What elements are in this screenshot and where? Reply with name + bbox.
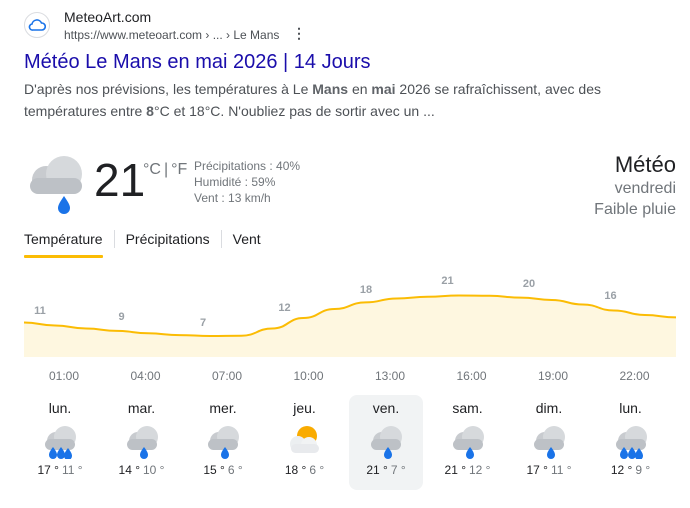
tab-temperature[interactable]: Température — [24, 230, 103, 258]
day-temps: 21 ° 12 ° — [431, 463, 505, 477]
day-forecast-6[interactable]: dim. 17 ° 11 ° — [512, 395, 586, 490]
day-temps: 12 ° 9 ° — [594, 463, 668, 477]
high-temp: 17 ° — [37, 463, 59, 477]
day-forecast-2[interactable]: mer. 15 ° 6 ° — [186, 395, 260, 490]
weather-details: Précipitations : 40% Humidité : 59% Vent… — [194, 158, 300, 206]
day-temps: 18 ° 6 ° — [268, 463, 342, 477]
light-rain-icon — [366, 423, 406, 459]
low-temp: 11 ° — [61, 463, 83, 477]
hour-axis: 01:00 04:00 07:00 10:00 13:00 16:00 19:00 22:00 — [24, 369, 676, 387]
day-temps: 17 ° 11 ° — [23, 463, 97, 477]
hour-label: 19:00 — [537, 369, 569, 383]
temperature-label: 16 — [604, 290, 616, 302]
temperature-label: 11 — [34, 305, 46, 317]
temperature-chart: 11 9 7 12 18 21 20 16 — [24, 275, 676, 357]
low-temp: 6 ° — [309, 463, 325, 477]
site-name[interactable]: MeteoArt.com — [64, 9, 151, 25]
partly-cloudy-icon — [285, 423, 325, 459]
high-temp: 21 ° — [444, 463, 466, 477]
low-temp: 9 ° — [635, 463, 651, 477]
low-temp: 10 ° — [143, 463, 165, 477]
light-rain-icon — [529, 423, 569, 459]
day-name: sam. — [452, 400, 483, 416]
day-temps: 21 ° 7 ° — [349, 463, 423, 477]
weather-heading: Météo — [614, 152, 676, 177]
weather-summary: Météo vendredi Faible pluie — [594, 152, 676, 220]
rain-icon — [611, 423, 651, 460]
low-temp: 12 ° — [469, 463, 491, 477]
day-forecast-7[interactable]: lun. 12 ° 9 ° — [594, 395, 668, 490]
high-temp: 18 ° — [284, 463, 307, 477]
day-name: lun. — [619, 400, 642, 416]
day-forecast-5[interactable]: sam. 21 ° 12 ° — [431, 395, 505, 490]
day-forecast-3[interactable]: jeu. 18 ° 6 ° — [268, 395, 342, 490]
tab-divider — [220, 230, 222, 248]
day-name: lun. — [48, 400, 72, 416]
tab-wind[interactable]: Vent — [233, 230, 261, 256]
hour-label: 01:00 — [48, 369, 80, 383]
weather-day: vendredi — [614, 180, 676, 197]
day-temps: 14 ° 10 ° — [105, 463, 179, 477]
result-snippet: D'après nos prévisions, les températures… — [24, 81, 601, 119]
day-forecast-1[interactable]: mar. 14 ° 10 ° — [105, 395, 179, 490]
weather-tabs: Température Précipitations Vent — [24, 230, 261, 258]
cloud-logo-icon — [28, 19, 46, 31]
temperature-label: 20 — [523, 278, 535, 290]
high-temp: 21 ° — [366, 463, 388, 477]
day-name: ven. — [372, 400, 400, 416]
result-title-link[interactable]: Météo Le Mans en mai 2026 | 14 Jours — [24, 51, 371, 74]
light-rain-icon — [122, 423, 162, 459]
temperature-label: 7 — [200, 317, 206, 329]
light-rain-icon — [448, 423, 488, 459]
hour-label: 04:00 — [130, 369, 161, 383]
rain-icon — [40, 423, 80, 460]
day-name: mer. — [209, 400, 237, 416]
temperature-label: 12 — [278, 302, 290, 314]
light-rain-icon — [203, 423, 243, 459]
site-favicon[interactable] — [24, 12, 50, 38]
day-name: mar. — [127, 400, 156, 416]
wind-text: Vent : 13 km/h — [194, 191, 271, 205]
temperature-label: 9 — [118, 311, 124, 323]
high-temp: 17 ° — [526, 463, 548, 477]
fahrenheit-toggle[interactable]: °F — [171, 161, 187, 178]
low-temp: 11 ° — [550, 463, 572, 477]
celsius-toggle[interactable]: °C — [143, 161, 161, 178]
tab-divider — [113, 230, 115, 248]
temperature-label: 21 — [441, 275, 453, 287]
day-forecast-0[interactable]: lun. 17 ° 11 ° — [23, 395, 97, 490]
current-weather-icon — [24, 150, 88, 219]
weather-condition: Faible pluie — [594, 201, 676, 218]
unit-divider: | — [163, 161, 169, 178]
tab-precipitation[interactable]: Précipitations — [126, 230, 210, 256]
hour-label: 22:00 — [619, 369, 650, 383]
site-url[interactable]: https://www.meteoart.com › ... › Le Mans — [64, 28, 279, 42]
hour-label: 07:00 — [211, 369, 243, 383]
hour-label: 13:00 — [374, 369, 406, 383]
day-name: jeu. — [293, 400, 316, 416]
day-temps: 15 ° 6 ° — [186, 463, 260, 477]
more-options-icon[interactable]: ⋮ — [292, 26, 306, 40]
unit-switcher: °C | °F — [143, 161, 187, 179]
hour-label: 10:00 — [293, 369, 324, 383]
temperature-label: 18 — [360, 284, 372, 296]
day-temps: 17 ° 11 ° — [512, 463, 586, 477]
hour-label: 16:00 — [456, 369, 487, 383]
high-temp: 14 ° — [118, 463, 140, 477]
day-name: dim. — [535, 400, 563, 416]
high-temp: 15 ° — [203, 463, 225, 477]
day-forecast-4[interactable]: ven. 21 ° 7 ° — [349, 395, 423, 490]
current-temperature: 21 — [94, 154, 146, 206]
low-temp: 7 ° — [390, 463, 406, 477]
precipitation-text: Précipitations : 40% — [194, 159, 301, 173]
humidity-text: Humidité : 59% — [194, 175, 276, 189]
high-temp: 12 ° — [610, 463, 633, 477]
low-temp: 6 ° — [227, 463, 243, 477]
